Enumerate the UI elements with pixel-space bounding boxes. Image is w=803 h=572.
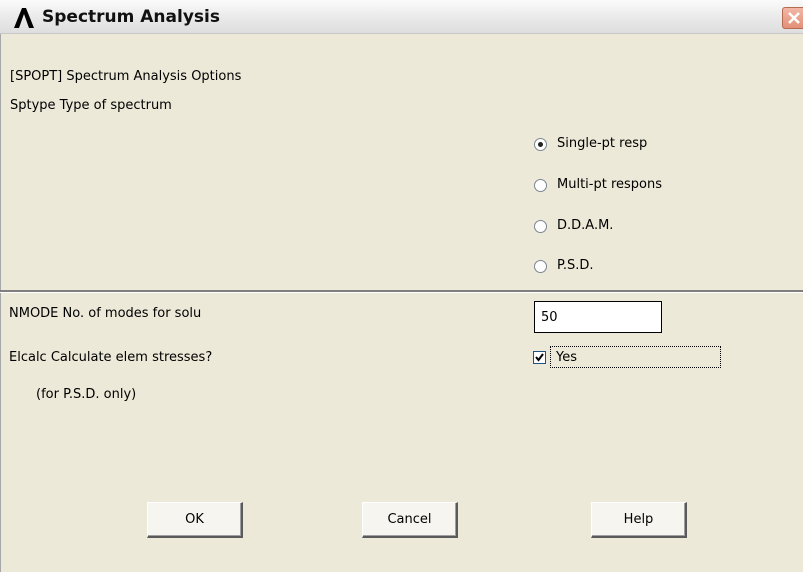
section-header: [SPOPT] Spectrum Analysis Options — [10, 69, 242, 84]
sptype-label: Sptype Type of spectrum — [10, 98, 172, 113]
checkmark-icon — [535, 353, 544, 362]
nmode-input[interactable] — [534, 301, 662, 333]
radio-single-pt-resp[interactable] — [534, 138, 547, 151]
radio-label-single-pt-resp: Single-pt resp — [557, 136, 648, 151]
ok-button[interactable]: OK — [147, 502, 243, 538]
radio-label-multi-pt-respons: Multi-pt respons — [557, 177, 662, 192]
radio-psd[interactable] — [534, 260, 547, 273]
cancel-button[interactable]: Cancel — [362, 502, 458, 538]
radio-multi-pt-respons[interactable] — [534, 179, 547, 192]
radio-label-psd: P.S.D. — [557, 258, 594, 273]
window-title: Spectrum Analysis — [42, 7, 220, 27]
section-divider — [0, 290, 803, 293]
close-icon — [788, 12, 800, 24]
dialog-body: [SPOPT] Spectrum Analysis Options Sptype… — [0, 34, 803, 572]
radio-ddam[interactable] — [534, 220, 547, 233]
nmode-label: NMODE No. of modes for solu — [9, 306, 202, 321]
elcalc-label: Elcalc Calculate elem stresses? — [9, 350, 213, 365]
ansys-logo-icon — [14, 8, 34, 28]
radio-label-ddam: D.D.A.M. — [557, 218, 614, 233]
title-bar[interactable]: Spectrum Analysis — [0, 0, 803, 34]
close-button[interactable] — [782, 7, 803, 29]
help-button[interactable]: Help — [591, 502, 687, 538]
elcalc-checkbox-label[interactable]: Yes — [556, 350, 577, 365]
elcalc-note: (for P.S.D. only) — [36, 387, 137, 402]
elcalc-checkbox[interactable] — [533, 351, 546, 364]
